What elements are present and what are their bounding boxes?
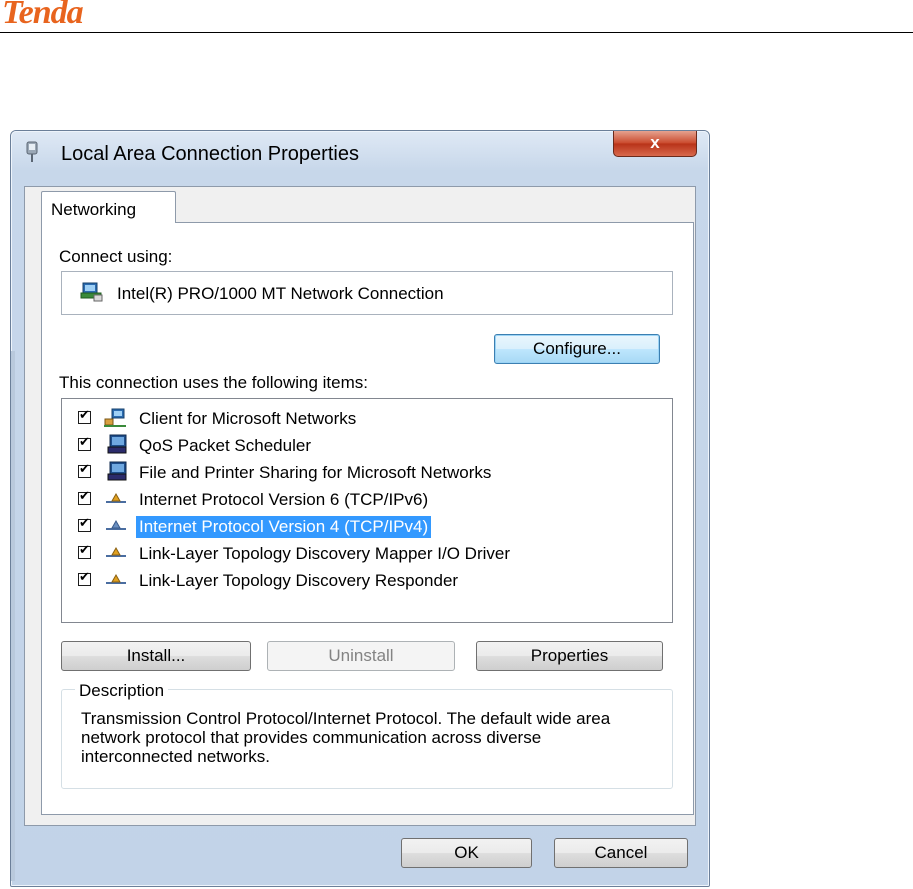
item-checkbox[interactable]	[78, 462, 91, 478]
ok-button[interactable]: OK	[401, 838, 532, 868]
item-checkbox[interactable]	[78, 435, 91, 451]
item-label: Client for Microsoft Networks	[139, 409, 357, 428]
install-button[interactable]: Install...	[61, 641, 251, 671]
tab-networking[interactable]: Networking	[41, 191, 176, 223]
network-adapter-icon	[80, 282, 103, 302]
protocol-icon	[106, 573, 126, 584]
description-text: Transmission Control Protocol/Internet P…	[81, 709, 611, 766]
header-rule	[0, 32, 913, 33]
item-checkbox[interactable]	[78, 543, 91, 559]
connection-items-list[interactable]: Client for Microsoft Networks QoS Packet…	[61, 398, 673, 623]
item-checkbox[interactable]	[78, 570, 91, 586]
network-client-icon	[104, 408, 126, 427]
configure-button[interactable]: Configure...	[494, 334, 660, 364]
network-service-icon	[107, 434, 127, 454]
uninstall-button: Uninstall	[267, 641, 455, 671]
item-label: Internet Protocol Version 4 (TCP/IPv4)	[136, 516, 432, 538]
connect-using-label: Connect using:	[59, 247, 173, 266]
item-label: Internet Protocol Version 6 (TCP/IPv6)	[139, 490, 429, 509]
item-label: QoS Packet Scheduler	[139, 436, 311, 455]
item-checkbox[interactable]	[78, 489, 91, 505]
protocol-icon	[106, 519, 126, 530]
network-service-icon	[107, 461, 127, 481]
tenda-logo: Tenda	[2, 0, 84, 31]
cancel-button[interactable]: Cancel	[554, 838, 688, 868]
network-connection-icon	[26, 141, 38, 162]
properties-button[interactable]: Properties	[476, 641, 663, 671]
protocol-icon	[106, 492, 126, 503]
close-icon: x	[650, 133, 660, 152]
items-heading: This connection uses the following items…	[59, 373, 368, 392]
description-legend: Description	[75, 681, 169, 701]
protocol-icon	[106, 546, 126, 557]
item-label: File and Printer Sharing for Microsoft N…	[139, 463, 492, 482]
item-checkbox[interactable]	[78, 408, 91, 424]
adapter-name: Intel(R) PRO/1000 MT Network Connection	[117, 284, 444, 303]
close-button[interactable]: x	[613, 131, 697, 157]
local-area-connection-properties-dialog: Local Area Connection Properties x Netwo…	[10, 130, 710, 887]
adapter-field: Intel(R) PRO/1000 MT Network Connection	[61, 271, 673, 315]
window-title: Local Area Connection Properties	[61, 143, 359, 165]
item-label: Link-Layer Topology Discovery Mapper I/O…	[139, 544, 510, 563]
item-label: Link-Layer Topology Discovery Responder	[139, 571, 459, 590]
window-edge-strip	[11, 351, 15, 881]
item-checkbox[interactable]	[78, 516, 91, 532]
